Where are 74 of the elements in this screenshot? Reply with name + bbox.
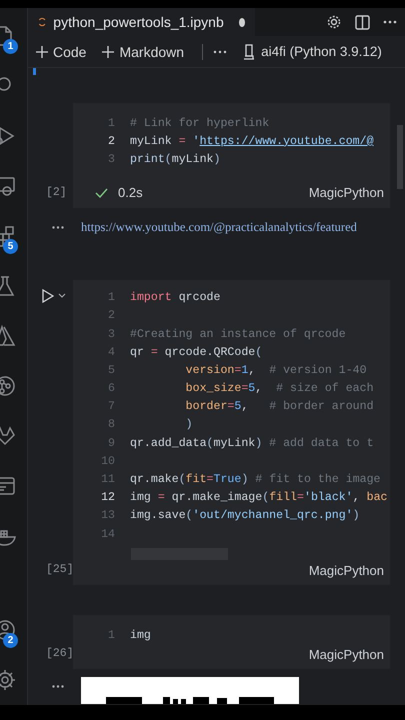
line-number: 5 (107, 364, 115, 377)
plus-icon (36, 46, 48, 58)
code-line: version=1, # version 1-40 (184, 364, 367, 377)
line-number: 4 (107, 346, 115, 359)
execution-time: 0.2s (118, 185, 143, 200)
more-icon[interactable] (213, 50, 228, 54)
code-line: #Creating an instance of qrcode (130, 328, 346, 341)
code-line: myLink = 'https://www.youtube.com/@ (130, 134, 374, 148)
notification-badge: 5 (3, 239, 18, 254)
line-number: 1 (107, 628, 115, 642)
cell-language[interactable]: MagicPython (308, 646, 384, 662)
fox-icon[interactable] (0, 425, 16, 447)
code-line: box_size=5, # size of each (184, 382, 374, 396)
code-cell[interactable] (73, 280, 390, 586)
source-control-icon[interactable] (0, 375, 16, 397)
account-icon[interactable] (0, 619, 16, 641)
line-number: 1 (107, 291, 115, 304)
line-number: 6 (107, 382, 115, 396)
monitor-icon[interactable] (0, 175, 16, 197)
line-number: 10 (100, 454, 115, 468)
line-number: 9 (107, 436, 115, 450)
azure-icon[interactable] (0, 325, 16, 347)
add-cell-button[interactable]: Code (36, 44, 94, 60)
code-cell[interactable]: 1 # Link for hyperlink 2 myLink = 'https://www.youtube.com/@ 3 print(myLink) 0.2s MagicPython (73, 103, 390, 208)
more-icon[interactable] (383, 20, 397, 24)
line-number: 14 (100, 528, 115, 541)
settings-icon[interactable] (0, 669, 16, 691)
cell-language[interactable]: MagicPython (308, 185, 384, 200)
code-line: border=5, # border around (184, 400, 374, 414)
focus-bar (33, 68, 36, 75)
line-number: 8 (107, 418, 115, 432)
line-number: 13 (100, 509, 115, 522)
panel-icon[interactable] (0, 475, 16, 497)
notification-badge: 2 (3, 633, 18, 648)
notebook-icon (38, 15, 46, 29)
code-line: qr.add_data(myLink) # add data to t (130, 436, 374, 450)
split-editor-icon[interactable] (355, 14, 370, 30)
more-icon[interactable] (52, 226, 64, 229)
settings-icon[interactable] (326, 14, 342, 30)
line-number: 7 (107, 400, 115, 414)
code-line: # Link for hyperlink (130, 116, 270, 130)
code-line: qr.make(fit=True) # fit to the image (130, 473, 381, 486)
scrollbar-thumb[interactable] (397, 125, 403, 189)
add-cell-button[interactable]: Markdown (102, 44, 192, 60)
code-line: print(myLink) (130, 152, 220, 166)
code-line: img.save('out/mychannel_qrc.png') (130, 509, 360, 522)
line-number: 3 (107, 328, 115, 341)
line-number: 1 (107, 116, 115, 130)
cell-language[interactable]: MagicPython (308, 562, 384, 578)
chevron-down-icon[interactable] (58, 293, 66, 298)
execution-count: [26] (45, 646, 73, 662)
line-number: 2 (107, 309, 115, 322)
code-line: qr = qrcode.QRCode( (130, 346, 262, 359)
line-number: 11 (100, 473, 115, 486)
code-line: import qrcode (130, 291, 220, 304)
flask-icon[interactable] (0, 275, 16, 297)
kernel-icon[interactable] (243, 44, 256, 60)
line-number: 2 (107, 134, 115, 148)
line-number: 3 (107, 152, 115, 166)
line-number: 12 (100, 491, 115, 504)
code-line: ) (184, 418, 193, 432)
kernel-picker[interactable]: ai4fi (Python 3.9.12) (261, 44, 382, 59)
run-debug-icon[interactable] (0, 125, 16, 147)
code-cell[interactable]: 1 img MagicPython (73, 615, 390, 670)
execution-count: [2] (45, 184, 68, 201)
notification-badge: 1 (3, 39, 18, 54)
code-line: img (130, 628, 151, 642)
editor-tab[interactable]: python_powertools_1.ipynb (28, 8, 255, 36)
more-icon[interactable] (52, 685, 64, 688)
execution-count: [25] (45, 562, 73, 578)
plus-icon (102, 46, 114, 58)
output-link[interactable]: https://www.youtube.com/@practicalanalytics/featured (81, 220, 357, 235)
code-line: img = qr.make_image(fill='black', bac (130, 491, 388, 504)
run-icon[interactable] (42, 288, 54, 303)
